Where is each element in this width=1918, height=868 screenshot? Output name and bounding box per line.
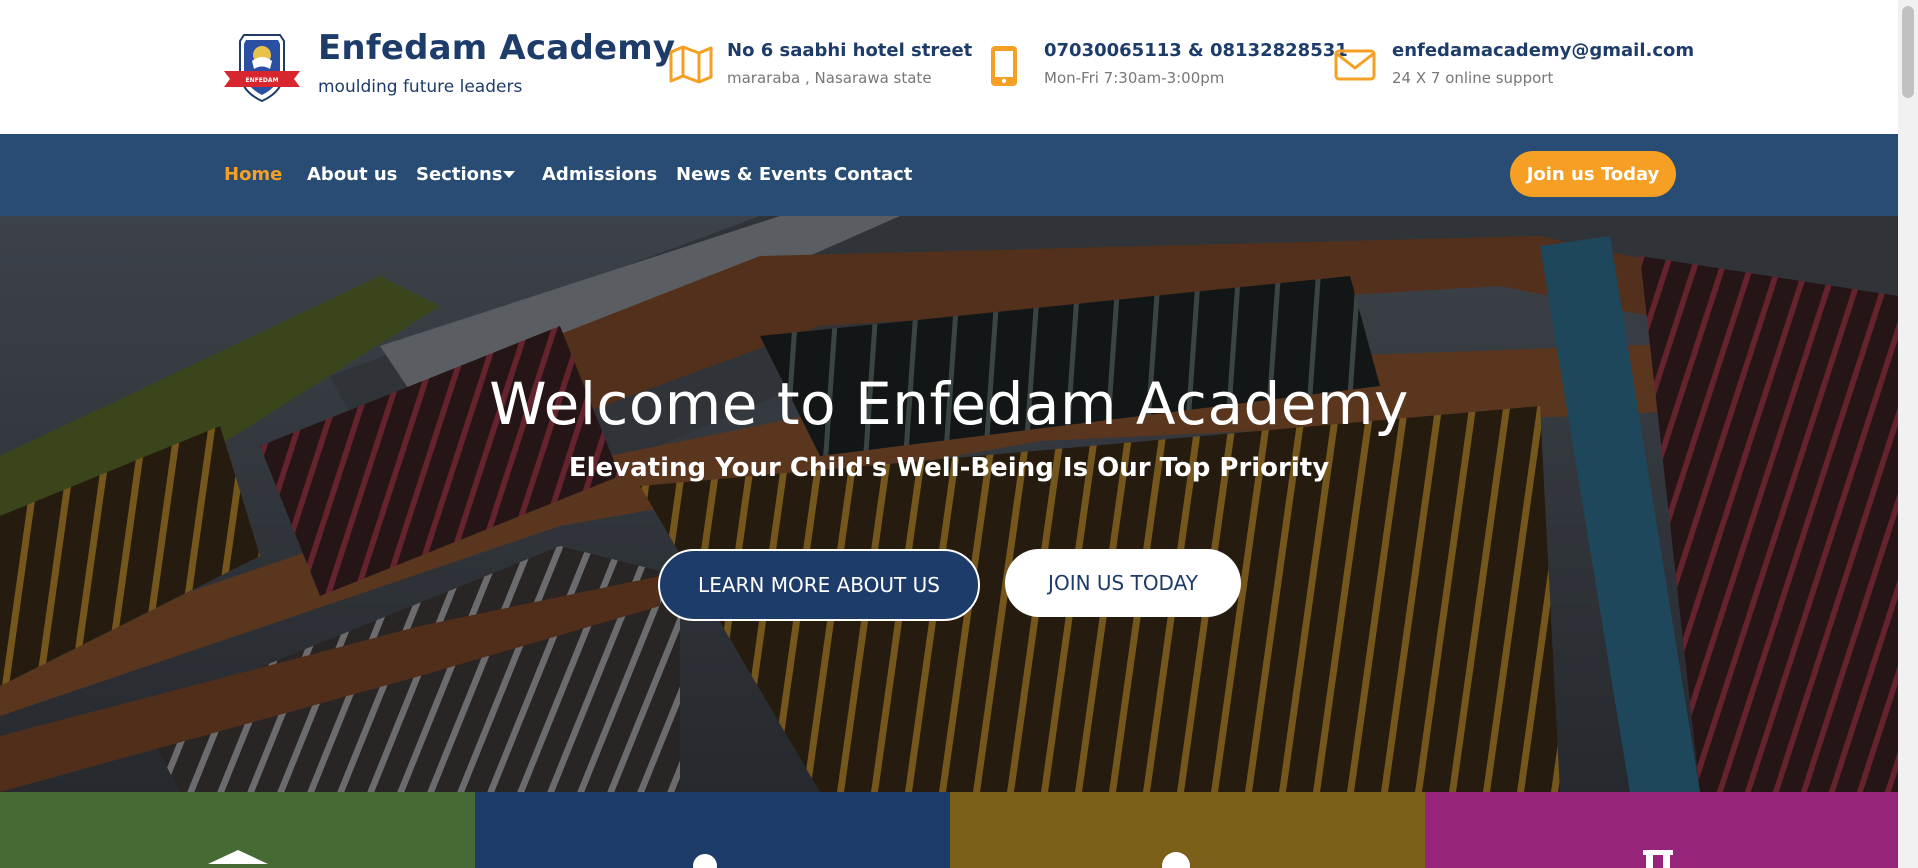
join-us-button[interactable]: Join us Today (1510, 151, 1676, 197)
svg-text:ENFEDAM: ENFEDAM (246, 77, 279, 84)
join-us-today-button[interactable]: JOIN US TODAY (1005, 549, 1241, 617)
hero-subtitle: Elevating Your Child's Well-Being Is Our… (568, 453, 1330, 483)
school-building-photo (0, 216, 1898, 792)
feature-tile[interactable] (1425, 792, 1898, 868)
office-hours: Mon-Fri 7:30am-3:00pm (1044, 69, 1225, 87)
top-header: ENFEDAM Enfedam Academy moulding future … (0, 0, 1898, 134)
address-region: mararaba , Nasarawa state (727, 69, 932, 87)
nav-home[interactable]: Home (224, 164, 282, 185)
phone-numbers[interactable]: 07030065113 & 08132828531 (1044, 40, 1348, 61)
feature-tile[interactable] (950, 792, 1425, 868)
envelope-icon (1334, 49, 1376, 81)
hero-title: Welcome to Enfedam Academy (489, 370, 1409, 438)
scrollbar-thumb[interactable] (1902, 6, 1914, 98)
support-note: 24 X 7 online support (1392, 69, 1554, 87)
mobile-phone-icon (991, 46, 1017, 86)
nav-news-events[interactable]: News & Events (676, 164, 827, 185)
nav-sections-label: Sections (416, 164, 503, 185)
person-icon (1162, 852, 1190, 868)
nav-sections[interactable]: Sections (416, 164, 515, 185)
email-address[interactable]: enfedamacademy@gmail.com (1392, 40, 1694, 61)
address-line: No 6 saabhi hotel street (727, 40, 973, 61)
school-crest-logo[interactable]: ENFEDAM (222, 31, 302, 103)
graduation-cap-icon (208, 850, 268, 864)
nav-about-us[interactable]: About us (307, 164, 397, 185)
caret-down-icon (503, 171, 515, 178)
pillar-icon (1643, 850, 1673, 868)
person-icon (693, 854, 717, 868)
feature-tile[interactable] (475, 792, 950, 868)
hero-banner: Welcome to Enfedam Academy Elevating You… (0, 216, 1898, 792)
map-icon (669, 45, 713, 84)
main-navigation: Home About us Sections Admissions News &… (0, 134, 1898, 216)
feature-tiles (0, 792, 1898, 868)
brand-name[interactable]: Enfedam Academy (318, 28, 675, 68)
feature-tile[interactable] (0, 792, 475, 868)
nav-admissions[interactable]: Admissions (542, 164, 657, 185)
learn-more-button[interactable]: LEARN MORE ABOUT US (658, 549, 980, 621)
nav-contact[interactable]: Contact (834, 164, 912, 185)
page-scrollbar[interactable] (1898, 0, 1918, 868)
brand-tagline: moulding future leaders (318, 77, 523, 97)
